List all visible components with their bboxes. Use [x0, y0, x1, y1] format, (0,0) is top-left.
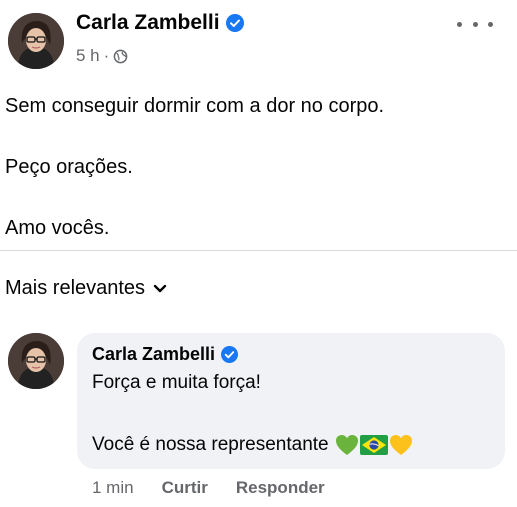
comment-timestamp[interactable]: 1 min [92, 478, 134, 498]
profile-photo-icon [8, 333, 64, 389]
comment-actions: 1 min Curtir Responder [92, 478, 325, 498]
like-button[interactable]: Curtir [162, 478, 208, 498]
comment-author-avatar[interactable] [8, 333, 64, 389]
more-options-icon [457, 21, 462, 27]
brazil-flag-icon [359, 435, 388, 455]
post-meta: 5 h · [76, 46, 128, 66]
post-text-line: Peço orações. [5, 156, 133, 178]
comment-text: Você é nossa representante [92, 434, 329, 455]
comment-author-name[interactable]: Carla Zambelli [92, 344, 239, 365]
emoji-group [335, 434, 413, 456]
verified-badge-icon [225, 14, 244, 32]
post-text-line: Sem conseguir dormir com a dor no corpo. [5, 95, 385, 117]
comment-text-line-with-emoji: Você é nossa representante [92, 434, 413, 456]
post-author-name[interactable]: Carla Zambelli [76, 11, 244, 35]
comment-text-line: Força e muita força! [92, 372, 261, 393]
more-options-button[interactable] [457, 14, 493, 34]
yellow-heart-icon [389, 435, 412, 455]
meta-separator: · [103, 46, 110, 65]
divider [0, 250, 517, 251]
comment-sort-dropdown[interactable]: Mais relevantes [5, 277, 167, 300]
comment-author-label: Carla Zambelli [92, 344, 216, 364]
reply-button[interactable]: Responder [236, 478, 325, 498]
post-timestamp[interactable]: 5 h [76, 46, 100, 66]
chevron-down-icon [153, 284, 167, 294]
post-text-line: Amo vocês. [5, 217, 110, 239]
green-heart-icon [335, 435, 358, 455]
globe-icon[interactable] [113, 49, 128, 64]
verified-badge-icon [221, 346, 239, 363]
comment-sort-label: Mais relevantes [5, 277, 146, 299]
post-author-avatar[interactable] [8, 13, 64, 69]
profile-photo-icon [8, 13, 64, 69]
post-author-label: Carla Zambelli [76, 11, 220, 34]
